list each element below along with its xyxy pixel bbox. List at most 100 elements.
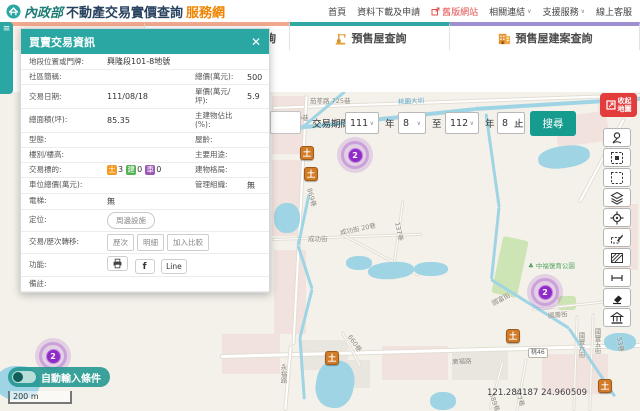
row-date-unitprice: 交易日期: 111/08/18 單價(萬元/坪): 5.9 [21,85,269,109]
row-address: 地段位置或門牌: 興隆段101-8地號 [21,54,269,70]
row-location: 定位: 周邊設施 [21,210,269,232]
map-scale-bar: 200 m [8,391,72,404]
realprice-app: 內政部 不動產交易實價查詢 服務網 首頁 資料下載及申請 舊版網站 相關連結∨ … [0,0,640,411]
tool-landmark-button[interactable] [603,308,631,327]
site-header: 內政部 不動產交易實價查詢 服務網 首頁 資料下載及申請 舊版網站 相關連結∨ … [0,0,640,22]
row-floor-usage: 樓別/樓高: 主要用途: [21,148,269,163]
cluster-count: 2 [348,148,363,163]
collapse-map-label: 收起地圖 [618,97,632,113]
cluster-count: 2 [46,349,61,364]
map-pond [414,262,448,276]
tool-draw-button[interactable] [603,228,631,247]
chevron-down-icon: ∨ [417,120,421,127]
row-area-ratio: 總面積(坪): 85.35 主建物佔比(%): [21,109,269,133]
tab-presale-query[interactable]: 預售屋查詢 [290,22,450,50]
tool-locate-pin-button[interactable] [603,128,631,147]
filter-drawer-handle[interactable]: ≡ [0,22,13,94]
cluster-count: 2 [538,285,553,300]
detail-button[interactable]: 明細 [137,234,164,251]
tool-current-location-button[interactable] [603,208,631,227]
nearby-facilities-button[interactable]: 周邊設施 [107,212,155,229]
building-badge: 建 [126,165,136,175]
search-button[interactable]: 搜尋 [530,111,576,136]
history-button[interactable]: 歷次 [107,234,134,251]
collapse-map-button[interactable]: 收起地圖 [600,93,637,117]
row-history: 交易/歷次轉移: 歷次明細加入比較 [21,232,269,254]
nav-online-service[interactable]: 線上客服 [596,5,632,18]
facebook-share-button[interactable]: f [135,259,155,274]
auto-input-label: 自動輸入條件 [41,370,101,385]
land-transaction-marker[interactable]: 土 [598,379,612,393]
map-pond [430,392,456,410]
cluster-marker[interactable]: 2 [527,274,563,310]
nav-support[interactable]: 支援服務∨ [543,5,585,18]
parking-badge: 車 [145,165,155,175]
road-shield: 桃46 [528,348,548,358]
transaction-subject-badges: 土3建0車0 [107,163,195,177]
building-icon [497,31,512,46]
external-link-icon [431,7,440,16]
land-transaction-marker[interactable]: 土 [304,167,318,181]
transaction-date-value: 111/08/18 [107,90,195,103]
tool-measure-button[interactable] [603,268,631,287]
line-share-button[interactable]: Line [161,259,187,274]
print-button[interactable] [107,256,128,271]
chevron-down-icon: ∨ [370,120,374,127]
tool-polygon-select-button[interactable] [603,248,631,267]
map-pond [274,203,300,233]
nav-home[interactable]: 首頁 [328,5,346,18]
logo-house-icon [6,4,21,19]
add-compare-button[interactable]: 加入比較 [167,234,209,251]
map-pond [537,142,592,171]
tab-presale-project-query[interactable]: 預售屋建案查詢 [450,22,640,50]
land-transaction-marker[interactable]: 土 [506,329,520,343]
month-from-select[interactable]: 8∨ [398,112,426,134]
logo-title: 不動產交易實價查詢 [66,2,183,21]
nav-download[interactable]: 資料下載及申請 [357,5,420,18]
printer-icon [112,258,123,269]
chevron-down-icon: ∨ [470,120,474,127]
logo-suffix: 服務網 [186,2,225,21]
land-transaction-marker[interactable]: 土 [300,146,314,160]
year-unit-label: 年 [385,116,395,130]
auto-input-toggle[interactable]: 自動輸入條件 [8,367,110,387]
total-price-value: 500 [243,71,269,84]
nav-old-site[interactable]: 舊版網站 [431,5,478,18]
collapse-map-icon [606,100,616,110]
site-logo[interactable]: 內政部 不動產交易實價查詢 服務網 [6,2,225,21]
year-to-select[interactable]: 112∨ [445,112,479,134]
close-icon[interactable]: ✕ [251,35,261,49]
year-from-select[interactable]: 111∨ [345,112,379,134]
row-note: 備註: [21,277,269,292]
menu-icon: ≡ [3,24,11,34]
map-label: 永福路 [278,364,288,384]
land-badge: 土 [107,165,117,175]
tool-select-area-button[interactable] [603,168,631,187]
toggle-switch[interactable] [12,371,36,383]
tool-layers-button[interactable] [603,188,631,207]
tree-icon: ♣ [528,262,534,270]
total-area-value: 85.35 [107,114,195,127]
logo-ministry: 內政部 [24,2,63,21]
top-nav: 首頁 資料下載及申請 舊版網站 相關連結∨ 支援服務∨ 線上客服 [328,5,632,18]
map-pond [367,260,414,280]
nav-related-links[interactable]: 相關連結∨ [489,5,531,18]
range-end-label: 止 [514,116,524,130]
map-label: 廣福路 [452,355,472,366]
land-transaction-marker[interactable]: 土 [325,351,339,365]
tool-eraser-button[interactable] [603,288,631,307]
map-label-canal: 桃園大圳 [398,95,424,106]
map-label: 國壽街 [548,308,568,320]
tool-zoom-extent-button[interactable] [603,148,631,167]
keyword-input[interactable] [270,111,301,134]
toggle-knob [13,372,23,382]
row-subject-layout: 交易標的: 土3建0車0 建物格局: [21,163,269,178]
map-label: 成功街 [308,233,328,243]
year-unit-label: 年 [485,116,495,130]
range-to-label: 至 [432,116,442,130]
map-label-park: ♣ 中福復育公園 [528,260,575,270]
modal-title: 買賣交易資訊 [29,34,95,50]
map-label: 國豐六街 [576,332,586,358]
cluster-marker[interactable]: 2 [337,137,373,173]
crane-icon [333,31,348,46]
